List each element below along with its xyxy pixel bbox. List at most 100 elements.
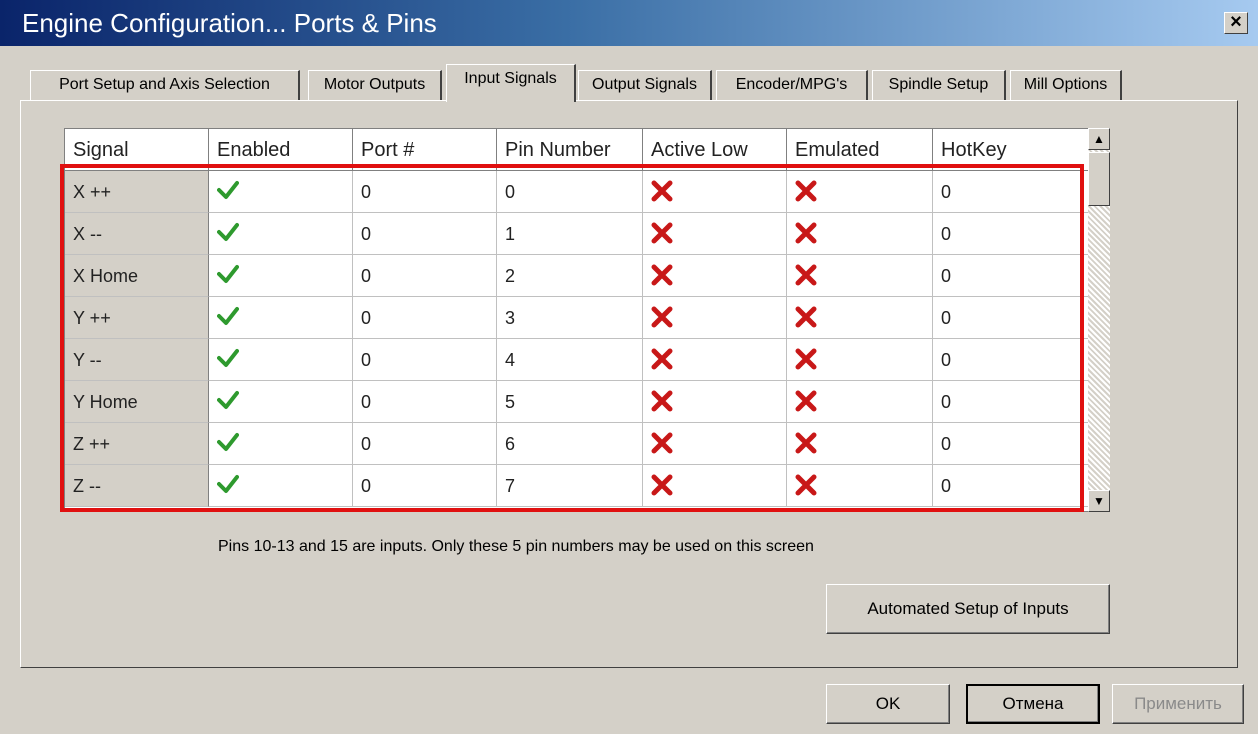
- cell-enabled[interactable]: [209, 297, 353, 339]
- tab-encoder-mpg[interactable]: Encoder/MPG's: [716, 70, 868, 100]
- cell-active-low[interactable]: [643, 339, 787, 381]
- cell-pin[interactable]: 0: [497, 171, 643, 213]
- cell-hotkey[interactable]: 0: [933, 465, 1093, 507]
- cell-enabled[interactable]: [209, 213, 353, 255]
- cell-port[interactable]: 0: [353, 297, 497, 339]
- cell-signal[interactable]: X Home: [65, 255, 209, 297]
- cell-enabled[interactable]: [209, 339, 353, 381]
- cell-enabled[interactable]: [209, 381, 353, 423]
- input-signals-grid[interactable]: Signal Enabled Port # Pin Number Active …: [64, 128, 1094, 512]
- cell-active-low[interactable]: [643, 465, 787, 507]
- cell-emulated[interactable]: [787, 213, 933, 255]
- cell-emulated[interactable]: [787, 465, 933, 507]
- col-enabled[interactable]: Enabled: [209, 129, 353, 171]
- red-x-icon: [795, 427, 817, 469]
- cell-signal[interactable]: Z --: [65, 465, 209, 507]
- col-signal[interactable]: Signal: [65, 129, 209, 171]
- automated-setup-button[interactable]: Automated Setup of Inputs: [826, 584, 1110, 634]
- green-check-icon: [217, 259, 239, 301]
- red-x-icon: [795, 469, 817, 511]
- green-check-icon: [217, 427, 239, 469]
- title-bar: Engine Configuration... Ports & Pins ×: [0, 0, 1258, 46]
- cell-hotkey[interactable]: 0: [933, 381, 1093, 423]
- cell-emulated[interactable]: [787, 171, 933, 213]
- cell-pin[interactable]: 4: [497, 339, 643, 381]
- cell-hotkey[interactable]: 0: [933, 339, 1093, 381]
- cell-enabled[interactable]: [209, 423, 353, 465]
- tab-output-signals[interactable]: Output Signals: [578, 70, 712, 100]
- cell-port[interactable]: 0: [353, 465, 497, 507]
- red-x-icon: [651, 469, 673, 511]
- tab-input-signals[interactable]: Input Signals: [446, 64, 576, 102]
- ok-button[interactable]: OK: [826, 684, 950, 724]
- pins-note: Pins 10-13 and 15 are inputs. Only these…: [218, 538, 814, 555]
- cell-signal[interactable]: X ++: [65, 171, 209, 213]
- table-row[interactable]: Z ++ 0 6 0: [65, 423, 1093, 465]
- green-check-icon: [217, 343, 239, 385]
- cell-emulated[interactable]: [787, 255, 933, 297]
- cell-hotkey[interactable]: 0: [933, 213, 1093, 255]
- cell-active-low[interactable]: [643, 297, 787, 339]
- cell-signal[interactable]: Z ++: [65, 423, 209, 465]
- table-row[interactable]: X ++ 0 0 0: [65, 171, 1093, 213]
- tab-port-setup[interactable]: Port Setup and Axis Selection: [30, 70, 300, 100]
- cell-pin[interactable]: 6: [497, 423, 643, 465]
- cell-port[interactable]: 0: [353, 213, 497, 255]
- green-check-icon: [217, 217, 239, 259]
- scroll-down-button[interactable]: ▼: [1088, 490, 1110, 512]
- col-pin-number[interactable]: Pin Number: [497, 129, 643, 171]
- cell-hotkey[interactable]: 0: [933, 297, 1093, 339]
- cancel-button[interactable]: Отмена: [966, 684, 1100, 724]
- cell-emulated[interactable]: [787, 381, 933, 423]
- col-emulated[interactable]: Emulated: [787, 129, 933, 171]
- col-port[interactable]: Port #: [353, 129, 497, 171]
- cell-signal[interactable]: Y --: [65, 339, 209, 381]
- cell-hotkey[interactable]: 0: [933, 255, 1093, 297]
- tab-motor-outputs[interactable]: Motor Outputs: [308, 70, 442, 100]
- red-x-icon: [795, 175, 817, 217]
- cell-pin[interactable]: 2: [497, 255, 643, 297]
- cell-signal[interactable]: Y Home: [65, 381, 209, 423]
- cell-pin[interactable]: 3: [497, 297, 643, 339]
- table-row[interactable]: Z -- 0 7 0: [65, 465, 1093, 507]
- table-row[interactable]: Y ++ 0 3 0: [65, 297, 1093, 339]
- cell-active-low[interactable]: [643, 213, 787, 255]
- cell-port[interactable]: 0: [353, 255, 497, 297]
- tab-mill-options[interactable]: Mill Options: [1010, 70, 1122, 100]
- vertical-scrollbar[interactable]: ▲ ▼: [1088, 128, 1110, 512]
- cell-hotkey[interactable]: 0: [933, 171, 1093, 213]
- cell-signal[interactable]: Y ++: [65, 297, 209, 339]
- cell-pin[interactable]: 5: [497, 381, 643, 423]
- cell-emulated[interactable]: [787, 297, 933, 339]
- table-row[interactable]: Y Home 0 5 0: [65, 381, 1093, 423]
- cell-pin[interactable]: 1: [497, 213, 643, 255]
- cell-active-low[interactable]: [643, 423, 787, 465]
- cell-emulated[interactable]: [787, 339, 933, 381]
- scroll-thumb[interactable]: [1088, 152, 1110, 206]
- col-active-low[interactable]: Active Low: [643, 129, 787, 171]
- tab-spindle-setup[interactable]: Spindle Setup: [872, 70, 1006, 100]
- cell-emulated[interactable]: [787, 423, 933, 465]
- cell-enabled[interactable]: [209, 255, 353, 297]
- cell-active-low[interactable]: [643, 171, 787, 213]
- cell-port[interactable]: 0: [353, 381, 497, 423]
- green-check-icon: [217, 385, 239, 427]
- cell-signal[interactable]: X --: [65, 213, 209, 255]
- cell-port[interactable]: 0: [353, 171, 497, 213]
- cell-active-low[interactable]: [643, 381, 787, 423]
- cell-active-low[interactable]: [643, 255, 787, 297]
- cell-hotkey[interactable]: 0: [933, 423, 1093, 465]
- cell-port[interactable]: 0: [353, 339, 497, 381]
- cell-enabled[interactable]: [209, 465, 353, 507]
- cell-pin[interactable]: 7: [497, 465, 643, 507]
- col-hotkey[interactable]: HotKey: [933, 129, 1093, 171]
- cell-port[interactable]: 0: [353, 423, 497, 465]
- cell-enabled[interactable]: [209, 171, 353, 213]
- apply-button[interactable]: Применить: [1112, 684, 1244, 724]
- table-row[interactable]: X -- 0 1 0: [65, 213, 1093, 255]
- scroll-up-button[interactable]: ▲: [1088, 128, 1110, 150]
- table-row[interactable]: Y -- 0 4 0: [65, 339, 1093, 381]
- red-x-icon: [795, 385, 817, 427]
- table-row[interactable]: X Home 0 2 0: [65, 255, 1093, 297]
- close-button[interactable]: ×: [1224, 12, 1248, 34]
